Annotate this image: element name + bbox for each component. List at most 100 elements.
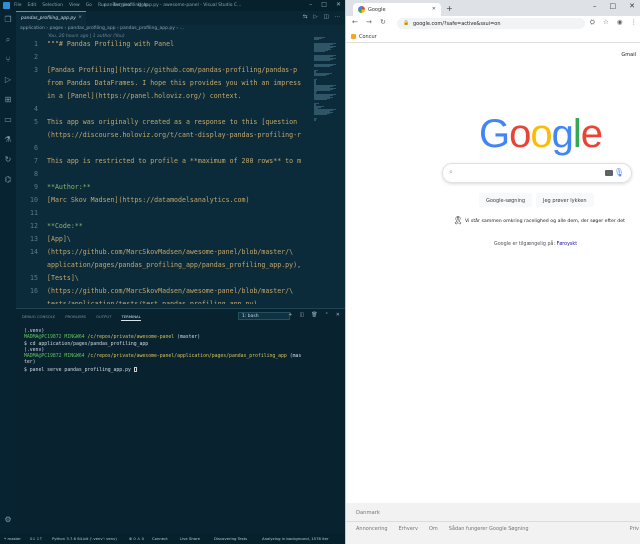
panel-tab-terminal[interactable]: TERMINAL [121, 314, 141, 321]
code-line[interactable]: from Pandas DataFrames. I hope this prov… [16, 79, 316, 92]
new-tab-icon[interactable]: + [446, 4, 453, 13]
status-liveshare[interactable]: Live Share [180, 536, 200, 541]
close-panel-icon[interactable]: ✕ [336, 312, 340, 318]
translate-icon[interactable]: ⛭ [590, 18, 595, 27]
run-file-icon[interactable]: ▷ [313, 14, 317, 20]
search-icon[interactable]: ⌕ [3, 35, 13, 45]
bookmark-star-icon[interactable]: ☆ [603, 18, 609, 27]
menu-item-edit[interactable]: Edit [28, 3, 37, 8]
code-line[interactable]: tests/application/tests/test_pandas_prof… [16, 300, 316, 304]
kill-terminal-icon[interactable]: 🗑 [311, 312, 317, 318]
lock-icon[interactable]: 🔒 [403, 20, 409, 26]
panel-tab-problems[interactable]: PROBLEMS [65, 314, 86, 321]
code-line[interactable]: 9 **Author:** [16, 183, 316, 196]
tab-pandas-profiling-app[interactable]: pandas_profiling_app.py × [16, 11, 86, 25]
code-line[interactable]: 3 [Pandas Profiling](https://github.com/p… [16, 66, 316, 79]
close-tab-icon[interactable]: × [78, 15, 82, 20]
footer-link[interactable]: Sådan fungerer Google Søgning [449, 526, 529, 532]
keyboard-icon[interactable] [605, 170, 613, 176]
testing-icon[interactable]: ⚗ [3, 135, 13, 145]
code-line[interactable]: 7 This app is restricted to profile a **m… [16, 157, 316, 170]
footer-link[interactable]: Erhverv [399, 526, 418, 532]
run-debug-icon[interactable]: ▷ [3, 75, 13, 85]
close-icon[interactable]: ✕ [629, 2, 635, 10]
minimize-icon[interactable]: – [309, 1, 312, 8]
code-line[interactable]: (https://discourse.holoviz.org/t/cant-di… [16, 131, 316, 144]
panel-tab-debug-console[interactable]: DEBUG CONSOLE [22, 314, 55, 321]
language-link-faroese[interactable]: Føroyskt [557, 242, 578, 247]
minimize-icon[interactable]: – [593, 2, 597, 10]
settings-gear-icon[interactable]: ⚙ [3, 515, 13, 525]
menu-item-selection[interactable]: Selection [42, 3, 63, 8]
promo-notice[interactable]: Vi står sammen omkring racelighed og all… [465, 219, 625, 224]
close-icon[interactable]: ✕ [336, 1, 341, 8]
new-terminal-icon[interactable]: + [288, 312, 292, 318]
open-changes-icon[interactable]: ⇆ [303, 14, 308, 20]
gmail-link[interactable]: Gmail [621, 52, 636, 58]
footer-link[interactable]: Annoncering [356, 526, 388, 532]
status-problems[interactable]: ⊗ 0 ⚠ 0 [129, 536, 144, 541]
footer-privacy-link[interactable]: Priv [630, 526, 639, 532]
python-icon[interactable]: ⌬ [3, 175, 13, 185]
menu-item-file[interactable]: File [14, 3, 22, 8]
menu-item-view[interactable]: View [69, 3, 80, 8]
profile-avatar-icon[interactable]: ◉ [617, 18, 623, 27]
panel-tab-output[interactable]: OUTPUT [96, 314, 111, 321]
feeling-lucky-button[interactable]: Jeg prøver lykken [536, 193, 594, 207]
back-icon[interactable]: ← [352, 18, 358, 26]
maximize-icon[interactable]: □ [321, 1, 327, 8]
terminal-select[interactable]: 1: bash [238, 312, 290, 320]
status-sync[interactable]: 0↓ 1↑ [30, 536, 42, 541]
terminal-output[interactable]: (.venv) MADMA@PC19872 MINGW64 /c/repos/pr… [24, 329, 342, 374]
code-text: (https://discourse.holoviz.org/t/cant-di… [47, 131, 302, 139]
code-line[interactable]: in a [Panel](https://panel.holoviz.org/)… [16, 92, 316, 105]
code-line[interactable]: application/pages/pandas_profiling_app/p… [16, 261, 316, 274]
status-python[interactable]: Python 3.7.6 64-bit ('.venv': venv) [52, 536, 117, 541]
status-branch[interactable]: ⑂ master [4, 536, 21, 541]
bookmark-concur[interactable]: Concur [351, 34, 377, 40]
menu-item-go[interactable]: Go [86, 3, 92, 8]
forward-icon[interactable]: → [366, 18, 372, 26]
close-tab-icon[interactable]: ✕ [432, 6, 436, 12]
code-line[interactable]: 1 """# Pandas Profiling with Panel [16, 40, 316, 53]
explorer-icon[interactable]: ❐ [3, 15, 13, 25]
source-control-icon[interactable]: ⑂ [3, 55, 13, 65]
code-line[interactable]: 10 [Marc Skov Madsen](https://datamodelsa… [16, 196, 316, 209]
code-line[interactable]: 8 [16, 170, 316, 183]
split-editor-icon[interactable]: ◫ [324, 14, 329, 20]
status-connect[interactable]: Connect [152, 536, 168, 541]
search-box[interactable]: ⌕ 🎙 [442, 163, 632, 183]
maximize-panel-icon[interactable]: ⌃ [325, 312, 329, 318]
remote-explorer-icon[interactable]: ▭ [3, 115, 13, 125]
breadcrumb[interactable]: application › pages › pandas_profiling_a… [20, 26, 184, 31]
code-line[interactable]: 4 [16, 105, 316, 118]
code-line[interactable]: 6 [16, 144, 316, 157]
code-line[interactable]: 16 (https://github.com/MarcSkovMadsen/awe… [16, 287, 316, 300]
liveshare-icon[interactable]: ↻ [3, 155, 13, 165]
footer-link[interactable]: Om [429, 526, 438, 532]
code-text: This app was originally created as a res… [47, 118, 298, 126]
address-bar[interactable]: 🔒 google.com/?safe=active&ssui=on [397, 18, 585, 29]
extensions-icon[interactable]: ⊞ [3, 95, 13, 105]
code-line[interactable]: 14 (https://github.com/MarcSkovMadsen/awe… [16, 248, 316, 261]
terminal-panel: DEBUG CONSOLE PROBLEMS OUTPUT TERMINAL 1: b… [16, 308, 345, 533]
code-line[interactable]: 12 **Code:** [16, 222, 316, 235]
minimap[interactable] [313, 35, 339, 303]
tab-google[interactable]: Google ✕ [353, 3, 441, 16]
more-actions-icon[interactable]: ··· [335, 14, 340, 20]
google-logo[interactable]: Google [479, 112, 603, 157]
code-line[interactable]: 2 [16, 53, 316, 66]
code-editor[interactable]: 1 """# Pandas Profiling with Panel 2 3 [Pand… [16, 40, 316, 304]
microphone-icon[interactable]: 🎙 [614, 168, 624, 177]
logo-letter: o [530, 112, 552, 156]
status-tests[interactable]: Discovering Tests [214, 536, 247, 541]
code-line[interactable]: 5 This app was originally created as a re… [16, 118, 316, 131]
maximize-icon[interactable]: □ [610, 2, 617, 10]
code-line[interactable]: 15 [Tests]\ [16, 274, 316, 287]
menu-kebab-icon[interactable]: ⋮ [631, 18, 638, 27]
split-terminal-icon[interactable]: ◫ [300, 312, 305, 318]
reload-icon[interactable]: ↻ [380, 18, 386, 26]
google-search-button[interactable]: Google-søgning [479, 193, 533, 207]
code-line[interactable]: 11 [16, 209, 316, 222]
code-line[interactable]: 13 [App]\ [16, 235, 316, 248]
